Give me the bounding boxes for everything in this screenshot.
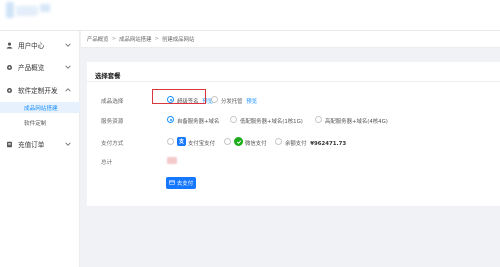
- breadcrumb-separator: >: [154, 36, 159, 42]
- highlight-box: [152, 89, 206, 104]
- breadcrumb-separator: >: [111, 36, 117, 42]
- product-label: 成品选择: [101, 99, 124, 105]
- package-card: 选择套餐 成品选择 超级签名 预览 分发托管 预览 服务资源 自备服务器+域名 …: [87, 62, 500, 206]
- option-text: 分发托管: [221, 99, 243, 105]
- chevron-up-icon: [64, 86, 72, 94]
- server-option-text: 自备服务器+域名: [177, 119, 220, 125]
- sidebar-subitem-software-custom[interactable]: 软件定制: [0, 117, 80, 128]
- balance-amount: ¥962471.73: [310, 141, 347, 147]
- divider: [87, 81, 500, 82]
- sidebar-item-product-overview[interactable]: 产品概览: [0, 60, 80, 74]
- sidebar: 用户中心 产品概览 软件定制开发 成品网站搭建 软件定制 充值订单: [0, 31, 80, 267]
- sidebar-item-label: 充值订单: [18, 141, 45, 149]
- server-radio-low[interactable]: [230, 116, 237, 123]
- chevron-down-icon: [64, 63, 72, 71]
- breadcrumb: 产品概览 > 成品网站搭建 > 创建成品网站: [81, 31, 500, 48]
- breadcrumb-item-current: 创建成品网站: [162, 37, 195, 43]
- server-option-text: 高配服务器+域名(4核4G): [325, 119, 388, 125]
- server-radio-high[interactable]: [315, 116, 322, 123]
- sidebar-item-software-dev[interactable]: 软件定制开发: [0, 83, 80, 97]
- gear-icon: [6, 64, 13, 71]
- payment-option-text: 微信支付: [245, 141, 267, 147]
- user-icon: [6, 42, 13, 49]
- server-radio-own[interactable]: [167, 116, 174, 123]
- payment-radio-alipay[interactable]: [167, 138, 174, 145]
- option-text: 余额支付: [285, 141, 307, 147]
- payment-radio-balance[interactable]: [275, 138, 282, 145]
- breadcrumb-item[interactable]: 成品网站搭建: [119, 35, 151, 43]
- total-price-blurred: [167, 157, 177, 164]
- sidebar-subitem-label: 软件定制: [24, 120, 47, 127]
- chevron-down-icon: [64, 41, 72, 49]
- gear-icon: [6, 87, 13, 94]
- sidebar-subitem-label: 成品网站搭建: [24, 105, 58, 112]
- preview-link[interactable]: 预览: [246, 99, 257, 105]
- payment-radio-wechat[interactable]: [224, 138, 231, 145]
- payment-label: 支付方式: [101, 141, 124, 147]
- logo: [0, 0, 82, 31]
- sidebar-subitem-website-build[interactable]: 成品网站搭建: [0, 102, 80, 113]
- order-icon: [6, 141, 13, 148]
- total-label: 总计: [101, 160, 113, 166]
- payment-option-text: 支付宝支付: [188, 141, 215, 147]
- sidebar-item-label: 产品概览: [18, 64, 45, 72]
- sidebar-item-label: 软件定制开发: [18, 87, 58, 95]
- pay-button[interactable]: 去支付: [166, 177, 196, 189]
- payment-option-balance: 余额支付 ¥962471.73: [285, 139, 346, 147]
- pay-button-label: 去支付: [176, 181, 194, 187]
- top-bar: [0, 0, 500, 31]
- wechat-icon: [234, 137, 243, 146]
- product-option-distribution: 分发托管 预览: [221, 97, 257, 105]
- card-icon: [168, 179, 175, 187]
- product-radio-distribution[interactable]: [211, 96, 218, 103]
- alipay-icon: 支: [177, 137, 186, 146]
- breadcrumb-item[interactable]: 产品概览: [87, 35, 109, 43]
- server-option-text: 低配服务器+域名(1核1G): [240, 119, 303, 125]
- sidebar-item-user-center[interactable]: 用户中心: [0, 38, 80, 52]
- sidebar-item-label: 用户中心: [18, 42, 45, 50]
- chevron-down-icon: [64, 140, 72, 148]
- sidebar-item-recharge-orders[interactable]: 充值订单: [0, 137, 80, 151]
- server-label: 服务资源: [101, 119, 124, 125]
- card-title: 选择套餐: [95, 72, 121, 80]
